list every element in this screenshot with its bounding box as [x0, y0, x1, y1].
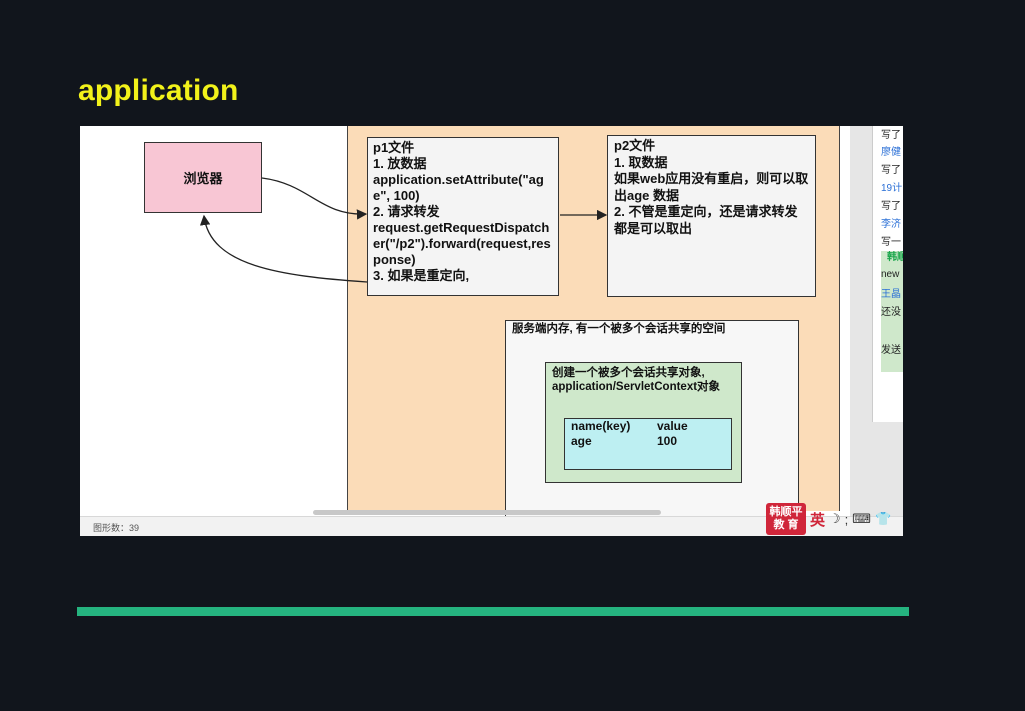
send-label[interactable]: 发送 [881, 341, 903, 356]
arrow-browser-to-p1 [261, 177, 368, 220]
chat-line: 写一 [881, 237, 901, 248]
slide-title: application [78, 74, 239, 107]
chat-line: 写了 [881, 201, 901, 212]
chat-list[interactable]: 写了 廖健 写了 19计 写了 李济 写一 韩顺 new 王晶 还没 发送 [872, 126, 903, 422]
chat-line: 廖健 [881, 147, 901, 158]
connector-arrows [199, 177, 608, 283]
chat-side-panel: 写了 廖健 写了 19计 写了 李济 写一 韩顺 new 王晶 还没 发送 [850, 126, 903, 536]
horizontal-scrollbar[interactable] [313, 510, 661, 515]
shape-count: 图形数：39 [93, 523, 140, 533]
shirt-icon[interactable]: 👕 [875, 511, 891, 527]
chat-line: 还没 [881, 307, 901, 318]
chat-line: 写了 [881, 130, 901, 141]
ime-language-toggle[interactable]: 英 [810, 509, 825, 530]
chat-line: 写了 [881, 165, 901, 176]
logo-line1: 韩顺平 [769, 506, 803, 518]
ime-toolbar[interactable]: 韩顺平 教 育 英 ☽ ; ⌨ 👕 [766, 503, 891, 535]
chat-line: new [881, 269, 900, 280]
logo-line2: 教 育 [773, 519, 799, 531]
moon-icon[interactable]: ☽ [829, 511, 841, 527]
chat-line: 19计 [881, 183, 903, 194]
keyboard-icon[interactable]: ⌨ [852, 511, 871, 527]
brand-logo: 韩顺平 教 育 [766, 503, 806, 535]
chat-line: 王晶 [881, 289, 901, 300]
punctuation-icon[interactable]: ; [845, 512, 849, 527]
diagram-screenshot: 浏览器 p1文件 1. 放数据 application.setAttribute… [80, 126, 903, 536]
accent-bar [77, 607, 909, 616]
arrow-p1-to-browser [199, 214, 368, 283]
chat-line: 李济 [881, 219, 901, 230]
